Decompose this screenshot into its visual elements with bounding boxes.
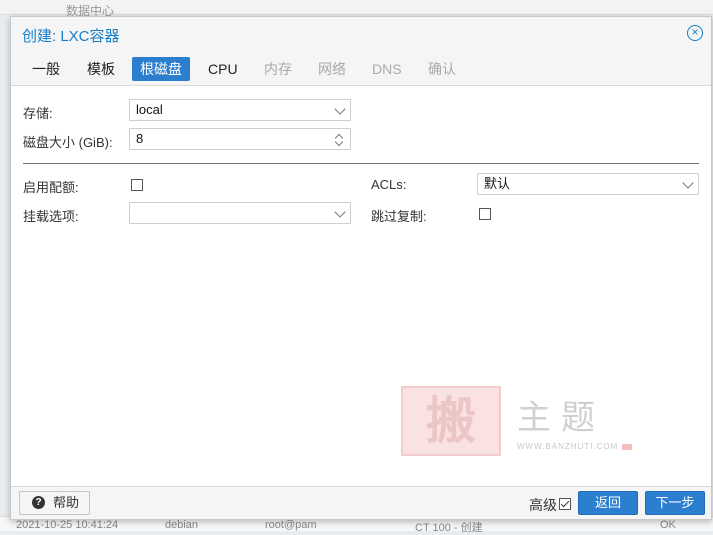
dialog-titlebar: 创建: LXC容器 × [11,17,711,49]
next-button[interactable]: 下一步 [645,491,705,515]
skip-replication-checkbox[interactable] [479,208,491,220]
help-icon: ? [32,496,45,509]
root-disk-panel: 存储: local 磁盘大小 (GiB): 8 启用配额: 挂载选项: ACLs… [11,86,711,487]
background-header: 数据中心 [0,0,713,18]
dialog-footer: ? 帮助 高级 返回 下一步 [11,486,711,519]
create-lxc-dialog: 创建: LXC容器 × 一般 模板 根磁盘 CPU 内存 网络 DNS 确认 存… [10,16,712,520]
task-description: CT 100 - 创建 [415,522,483,534]
tab-root-disk[interactable]: 根磁盘 [132,57,190,81]
tab-template[interactable]: 模板 [79,57,123,81]
watermark: 搬 主题 WWW.BANZHUTI.COM [401,386,641,466]
watermark-url: WWW.BANZHUTI.COM [517,442,633,451]
tab-memory: 内存 [264,61,292,77]
wizard-tabs: 一般 模板 根磁盘 CPU 内存 网络 DNS 确认 [11,49,711,86]
skip-replication-label: 跳过复制: [371,209,427,224]
chevron-down-icon [334,206,346,218]
advanced-checkbox[interactable] [559,498,571,510]
disk-size-label: 磁盘大小 (GiB): [23,135,113,150]
advanced-label: 高级 [529,497,557,513]
watermark-text: 主题 [517,398,605,438]
task-node: debian [165,519,199,531]
dialog-title: 创建: LXC容器 [22,28,120,45]
section-divider [23,163,699,164]
task-user: root@pam [265,519,317,531]
tab-dns: DNS [372,61,402,77]
tab-cpu[interactable]: CPU [200,57,246,81]
chevron-down-icon [682,177,694,189]
tab-confirm: 确认 [428,61,456,77]
help-button[interactable]: ? 帮助 [19,491,90,515]
task-status: OK [660,519,676,531]
acls-select[interactable]: 默认 [477,173,699,195]
tab-network: 网络 [318,61,346,77]
task-time: 2021-10-25 10:41:24 [16,519,119,531]
back-button[interactable]: 返回 [578,491,638,515]
spinner-icon[interactable] [334,130,344,148]
storage-value: local [136,102,163,117]
tab-general[interactable]: 一般 [24,57,68,81]
storage-select[interactable]: local [129,99,351,121]
disk-size-stepper[interactable]: 8 [129,128,351,150]
watermark-seal: 搬 [401,386,501,456]
acls-value: 默认 [484,176,511,191]
quota-checkbox[interactable] [131,179,143,191]
mount-options-label: 挂载选项: [23,209,79,224]
disk-size-value: 8 [136,131,144,146]
mount-options-select[interactable] [129,202,351,224]
chevron-down-icon [334,103,346,115]
quota-label: 启用配额: [23,180,79,195]
close-icon[interactable]: × [687,25,703,41]
acls-label: ACLs: [371,177,407,192]
help-button-label: 帮助 [53,495,80,510]
storage-label: 存储: [23,106,53,121]
